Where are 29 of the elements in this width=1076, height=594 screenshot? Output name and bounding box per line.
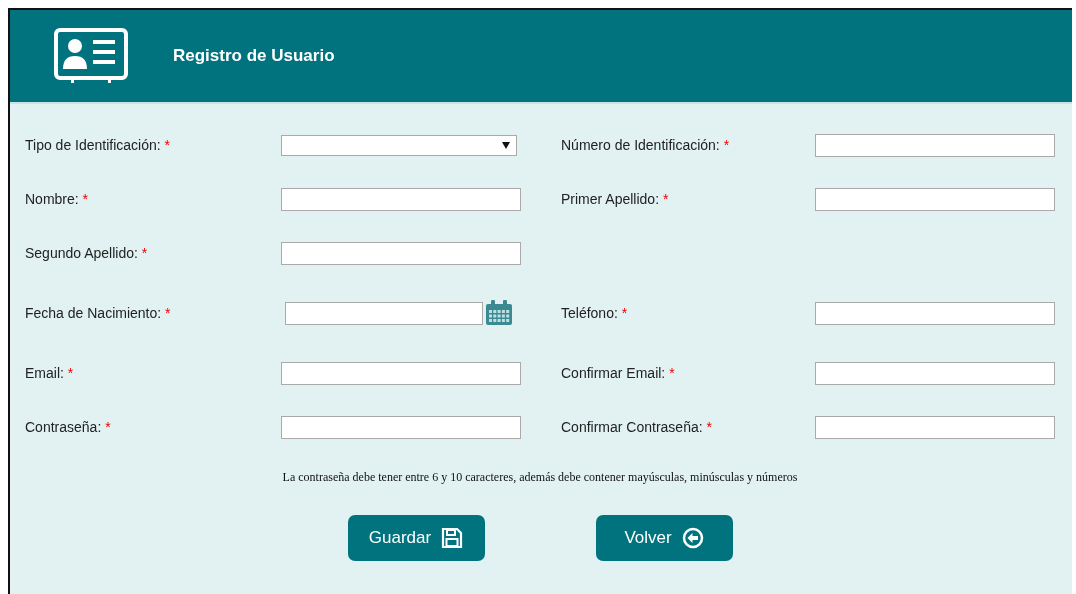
field-label: Primer Apellido: * bbox=[561, 191, 670, 207]
text-field[interactable] bbox=[281, 415, 521, 439]
text-field[interactable] bbox=[281, 241, 521, 265]
field-label: Teléfono: * bbox=[561, 305, 629, 321]
field-label: Email: * bbox=[25, 365, 75, 381]
caret-icon bbox=[502, 141, 510, 149]
calendar-icon[interactable] bbox=[485, 300, 513, 326]
field-label: Nombre: * bbox=[25, 191, 90, 207]
form-title: Registro de Usuario bbox=[173, 46, 335, 66]
text-field[interactable] bbox=[815, 361, 1055, 385]
text-field[interactable] bbox=[815, 133, 1055, 157]
field-label: Fecha de Nacimiento: * bbox=[25, 305, 172, 321]
text-field[interactable] bbox=[815, 187, 1055, 211]
id-card-icon bbox=[53, 27, 129, 85]
text-field[interactable] bbox=[281, 187, 521, 211]
dropdown-field[interactable] bbox=[281, 134, 517, 156]
field-label: Contraseña: * bbox=[25, 419, 112, 435]
field-label: Confirmar Email: * bbox=[561, 365, 676, 381]
text-field[interactable] bbox=[815, 301, 1055, 325]
field-label: Número de Identificación: * bbox=[561, 137, 731, 153]
date-field[interactable] bbox=[285, 301, 483, 325]
back-button[interactable]: Volver bbox=[595, 515, 733, 561]
save-button[interactable]: Guardar bbox=[347, 515, 485, 561]
field-label: Tipo de Identificación: * bbox=[25, 137, 171, 153]
field-label: Confirmar Contraseña: * bbox=[561, 419, 713, 435]
password-hint: La contraseña debe tener entre 6 y 10 caracteres, además debe contener mayúsculas, minúsculas y números bbox=[281, 470, 799, 485]
text-field[interactable] bbox=[281, 361, 521, 385]
text-field[interactable] bbox=[815, 415, 1055, 439]
field-label: Segundo Apellido: * bbox=[25, 245, 149, 261]
